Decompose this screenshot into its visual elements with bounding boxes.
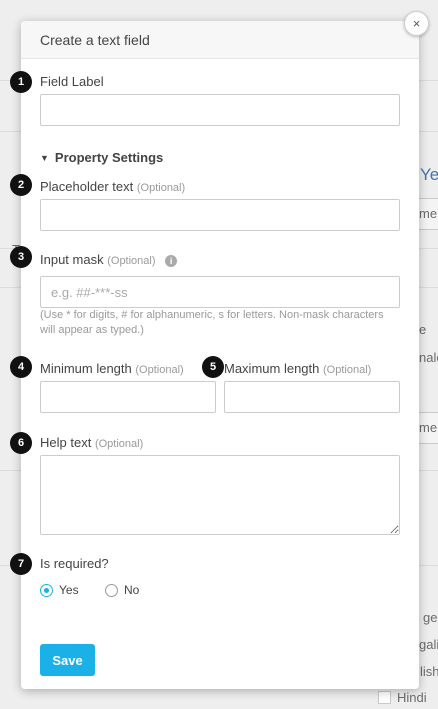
optional-tag: (Optional) [107,255,156,267]
close-button[interactable]: × [404,11,429,36]
help-text-textarea[interactable] [40,455,400,535]
input-mask-hint: (Use * for digits, # for alphanumeric, s… [40,309,384,336]
max-length-input[interactable] [224,381,400,413]
modal-title: Create a text field [40,31,150,48]
is-required-no-radio[interactable]: No [105,583,139,597]
min-length-label: Minimum length (Optional) [40,361,184,376]
bg-checkbox [378,691,391,704]
step-badge-4: 4 [10,356,32,378]
close-icon: × [412,16,421,31]
bg-text: me [419,206,438,221]
bg-text: gali [419,637,438,652]
optional-tag: (Optional) [94,438,144,450]
bg-text: nale [419,350,438,365]
step-badge-7: 7 [10,553,32,575]
field-label-input[interactable] [40,94,400,126]
radio-checked-icon [40,583,53,597]
save-button[interactable]: Save [40,644,95,676]
field-label-label: Field Label [40,74,104,89]
step-badge-5: 5 [202,356,224,378]
optional-tag: (Optional) [135,364,184,376]
radio-unchecked-icon [105,583,118,597]
min-length-label-text: Minimum length [40,361,132,376]
step-badge-3: 3 [10,246,32,268]
help-text-label-text: Help text [40,435,92,450]
step-badge-6: 6 [10,432,32,454]
is-required-yes-radio[interactable]: Yes [40,583,79,597]
bg-text: Ye [420,165,438,184]
help-text-label: Help text (Optional) [40,435,143,450]
step-badge-2: 2 [10,174,32,196]
chevron-down-icon: ▼ [40,152,49,163]
input-mask-label: Input mask (Optional) i [40,252,178,267]
placeholder-text-label: Placeholder text (Optional) [40,179,185,194]
max-length-label-text: Maximum length [224,361,320,376]
bg-text: Hindi [397,690,427,705]
bg-text: me [419,420,438,435]
info-icon[interactable]: i [165,254,178,267]
input-mask-label-text: Input mask [40,252,104,267]
placeholder-text-input[interactable] [40,199,400,231]
radio-label-no: No [124,583,140,597]
placeholder-text-label-text: Placeholder text [40,179,134,194]
step-badge-1: 1 [10,71,32,93]
property-settings-toggle[interactable]: ▼ Property Settings [40,150,163,165]
max-length-label: Maximum length (Optional) [224,361,371,376]
input-mask-input[interactable] [40,276,400,308]
create-text-field-modal: Create a text field 1 Field Label ▼ Prop… [10,21,419,689]
radio-label-yes: Yes [59,583,79,597]
bg-text: e [419,322,427,337]
is-required-label: Is required? [40,556,109,571]
property-settings-label: Property Settings [54,150,164,165]
bg-text: ge [423,610,438,625]
min-length-input[interactable] [40,381,216,413]
bg-text: lish [420,664,438,679]
optional-tag: (Optional) [323,364,372,376]
modal-header: Create a text field [21,21,419,59]
optional-tag: (Optional) [136,182,186,194]
